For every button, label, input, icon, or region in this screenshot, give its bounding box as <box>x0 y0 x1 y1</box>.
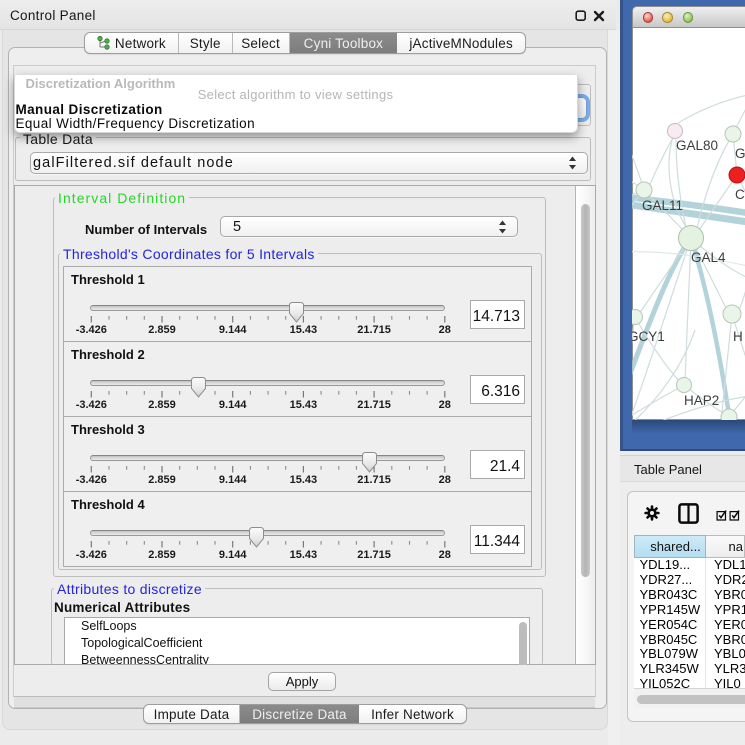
svg-text:GAL80: GAL80 <box>676 138 718 153</box>
svg-text:GAL11: GAL11 <box>642 198 683 213</box>
svg-text:GAL4: GAL4 <box>691 250 726 265</box>
svg-text:C: C <box>735 187 745 202</box>
svg-text:H: H <box>733 329 743 344</box>
svg-text:GCY1: GCY1 <box>632 329 665 344</box>
svg-text:HAP2: HAP2 <box>684 393 719 408</box>
svg-text:GA: GA <box>735 146 745 161</box>
